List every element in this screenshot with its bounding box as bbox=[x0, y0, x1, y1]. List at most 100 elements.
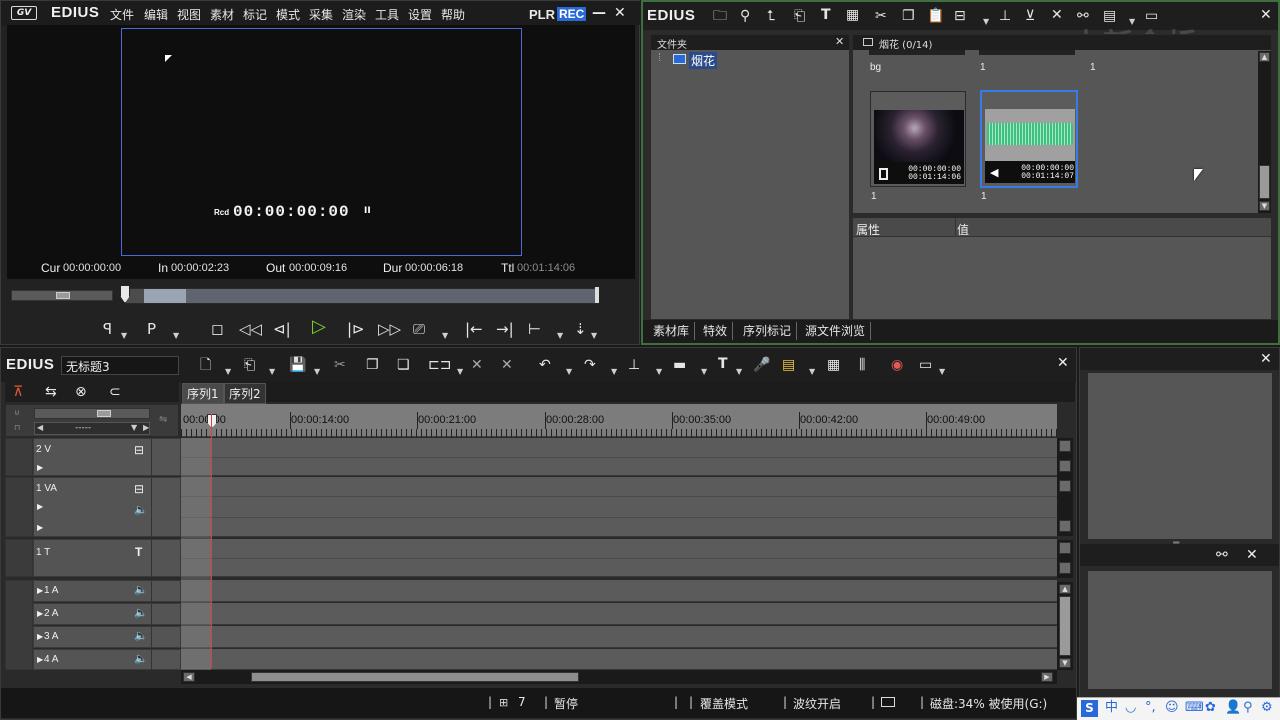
up-folder-icon[interactable]: ⮤ bbox=[767, 8, 775, 24]
menu-mode[interactable]: 模式 bbox=[276, 6, 300, 23]
scroll-thumb[interactable] bbox=[1059, 562, 1071, 574]
track-lane-2a[interactable] bbox=[181, 603, 1057, 625]
audio-mixer-icon[interactable]: ⫼ bbox=[859, 357, 865, 373]
speaker-icon[interactable]: 🔈 bbox=[134, 583, 148, 596]
scroll-up-icon[interactable]: ▲ bbox=[1059, 584, 1071, 594]
scale-prev-icon[interactable]: ◀ bbox=[37, 423, 43, 432]
speaker-icon[interactable]: 🔈 bbox=[134, 503, 148, 516]
tab-bin[interactable]: 素材库 bbox=[648, 322, 696, 340]
overwrite-mode[interactable]: 覆盖模式 bbox=[700, 695, 748, 712]
layout-switch-icon[interactable]: ▭ bbox=[919, 357, 932, 373]
ime-user-icon[interactable]: 👤 bbox=[1225, 698, 1241, 718]
ime-logo-icon[interactable]: S bbox=[1081, 700, 1098, 717]
scroll-down-icon[interactable] bbox=[1059, 520, 1071, 532]
title-track-scrollbar[interactable] bbox=[1057, 540, 1073, 578]
ripple-delete-icon[interactable]: ✕ bbox=[501, 357, 513, 373]
new-dropdown-icon[interactable]: ▼ bbox=[225, 367, 231, 376]
minimize-button[interactable]: — bbox=[592, 6, 606, 20]
export-icon[interactable]: ⇣ bbox=[574, 320, 587, 338]
loop-dropdown-icon[interactable]: ▼ bbox=[442, 331, 448, 340]
audio-tracks-scrollbar[interactable]: ▲ ▼ bbox=[1057, 582, 1073, 670]
loop-icon[interactable]: ⎚ bbox=[413, 320, 425, 338]
cut-icon[interactable]: ✂ bbox=[875, 8, 887, 24]
ime-chinese-mode[interactable]: 中 bbox=[1105, 698, 1118, 718]
menu-edit[interactable]: 编辑 bbox=[144, 6, 168, 23]
set-in-icon[interactable]: ꟼ bbox=[103, 320, 112, 338]
track-header-3a[interactable]: ▶ 3 A 🔈 bbox=[33, 626, 181, 648]
step-back-icon[interactable]: ⊲| bbox=[273, 320, 291, 338]
set-in-dropdown-icon[interactable]: ▼ bbox=[121, 331, 127, 340]
match-frame-icon[interactable]: ⊢ bbox=[528, 320, 541, 338]
folder-icon[interactable]: 🗀 bbox=[713, 8, 727, 24]
speaker-icon[interactable]: 🔈 bbox=[134, 606, 148, 619]
bin-close-button[interactable]: ✕ bbox=[1260, 8, 1272, 22]
video-track-icon[interactable]: ⊟ bbox=[134, 482, 144, 496]
tab-sequence-1[interactable]: 序列1 bbox=[182, 383, 224, 404]
cur-timecode[interactable]: 00:00:00:00 bbox=[63, 262, 121, 274]
track-header-2a[interactable]: ▶ 2 A 🔈 bbox=[33, 603, 181, 625]
rec-toggle[interactable]: REC bbox=[557, 7, 587, 21]
add-dropdown-icon[interactable]: ▼ bbox=[983, 17, 989, 26]
track-lane-3a[interactable] bbox=[181, 626, 1057, 648]
transition-icon[interactable]: ▬ bbox=[673, 357, 686, 373]
scroll-thumb[interactable] bbox=[1059, 596, 1071, 656]
project-name-field[interactable]: 无标题3 bbox=[61, 356, 179, 375]
track-patch[interactable] bbox=[5, 539, 33, 577]
scroll-thumb[interactable] bbox=[1059, 480, 1071, 492]
add-cut-icon[interactable]: ⊥ bbox=[628, 357, 640, 373]
menu-tools[interactable]: 工具 bbox=[375, 6, 399, 23]
ime-search-icon[interactable]: ⚲ bbox=[1243, 698, 1253, 718]
new-sequence-icon[interactable]: 🗋 bbox=[200, 357, 211, 373]
prop-col-attribute[interactable]: 属性 bbox=[856, 221, 880, 238]
speaker-icon[interactable]: 🔈 bbox=[134, 629, 148, 642]
title-icon[interactable]: T bbox=[718, 356, 728, 372]
group-icon[interactable]: ⊂ bbox=[109, 384, 121, 400]
track-header-2v[interactable]: 2 V ⊟ ▶ bbox=[33, 438, 181, 476]
fast-forward-icon[interactable]: ▷▷ bbox=[378, 320, 401, 338]
replace-clip-icon[interactable]: ⊏⊐ bbox=[428, 357, 451, 373]
scale-link-icon[interactable]: ⇋ bbox=[159, 414, 167, 425]
menu-file[interactable]: 文件 bbox=[110, 6, 134, 23]
expand-icon[interactable]: ▶ bbox=[37, 463, 43, 472]
ime-moon-icon[interactable]: ◡ bbox=[1125, 698, 1136, 718]
step-forward-icon[interactable]: |⊳ bbox=[347, 320, 365, 338]
scroll-thumb[interactable] bbox=[1059, 542, 1071, 554]
ime-keyboard-icon[interactable]: ⌨ bbox=[1185, 698, 1204, 718]
track-lane-2v[interactable] bbox=[181, 438, 1057, 476]
track-lane-1va[interactable] bbox=[181, 477, 1057, 537]
play-icon[interactable]: ▷ bbox=[312, 318, 326, 336]
render-dropdown-icon[interactable]: ▼ bbox=[809, 367, 815, 376]
microphone-icon[interactable]: 🎤 bbox=[753, 357, 770, 373]
track-header-1va[interactable]: 1 VA ⊟ 🔈 ▶ ▶ bbox=[33, 477, 181, 537]
cut-icon[interactable]: ✂ bbox=[334, 357, 346, 373]
expand-icon[interactable]: ▶ bbox=[37, 523, 43, 532]
scale-handle[interactable] bbox=[97, 410, 111, 417]
palette-properties-icon[interactable]: ⚯ bbox=[1216, 547, 1228, 563]
prop-col-value[interactable]: 值 bbox=[957, 221, 969, 238]
dur-timecode[interactable]: 00:00:06:18 bbox=[405, 262, 463, 274]
track-header-1a[interactable]: ▶ 1 A 🔈 bbox=[33, 580, 181, 602]
replace-icon[interactable]: ⊻ bbox=[1025, 8, 1035, 24]
replace-dropdown-icon[interactable]: ▼ bbox=[457, 367, 463, 376]
out-timecode[interactable]: 00:00:09:16 bbox=[289, 262, 347, 274]
undo-dropdown-icon[interactable]: ▼ bbox=[566, 367, 572, 376]
transition-dropdown-icon[interactable]: ▼ bbox=[701, 367, 707, 376]
timeline-h-scrollbar[interactable]: ◀ ▶ bbox=[181, 670, 1057, 684]
shuttle-slider[interactable] bbox=[11, 290, 113, 301]
menu-render[interactable]: 渲染 bbox=[342, 6, 366, 23]
speaker-icon[interactable]: 🔈 bbox=[134, 652, 148, 665]
clip-item[interactable]: 00:00:00:00 00:01:14:06 bbox=[870, 91, 966, 187]
render-icon[interactable]: ▤ bbox=[782, 357, 795, 373]
track-lane-4a[interactable] bbox=[181, 649, 1057, 670]
scroll-thumb[interactable] bbox=[1259, 165, 1270, 199]
search-icon[interactable]: ⚲ bbox=[740, 8, 750, 24]
tab-sequence-2[interactable]: 序列2 bbox=[224, 383, 266, 404]
save-icon[interactable]: 💾 bbox=[289, 357, 306, 373]
paste-icon[interactable]: 📋 bbox=[927, 8, 944, 24]
expand-icon[interactable]: ▶ bbox=[37, 586, 43, 595]
scroll-down-icon[interactable]: ▼ bbox=[1059, 658, 1071, 668]
lock-icon[interactable]: ⊍ bbox=[14, 408, 20, 417]
clip-scrollbar[interactable]: ▲ ▼ bbox=[1258, 51, 1271, 213]
scale-dropdown-icon[interactable]: ▼ bbox=[131, 423, 137, 432]
track-header-4a[interactable]: ▶ 4 A 🔈 bbox=[33, 649, 181, 670]
